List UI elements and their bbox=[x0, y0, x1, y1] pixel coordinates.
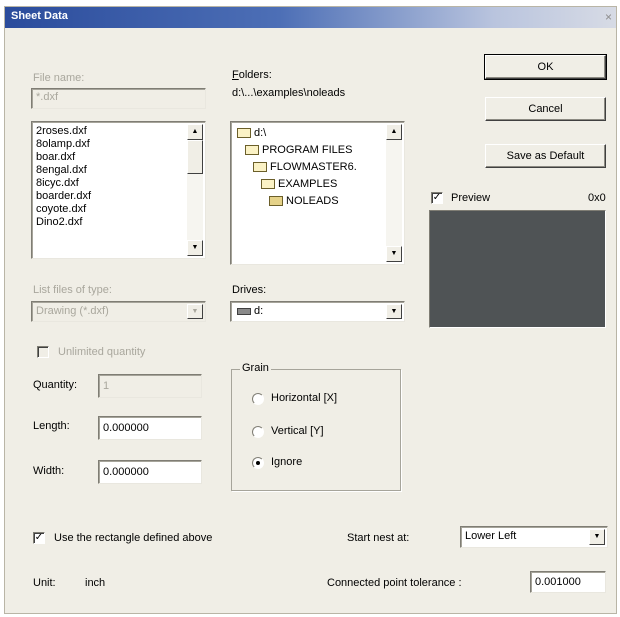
folder-tree-scrollbar[interactable]: ▲ ▼ bbox=[386, 124, 402, 262]
unlimited-quantity-checkbox[interactable] bbox=[37, 346, 49, 358]
open-folder-icon bbox=[261, 179, 275, 190]
file-list[interactable]: 2roses.dxf 8olamp.dxf boar.dxf 8engal.dxf 8i… bbox=[31, 121, 206, 259]
scroll-up-icon[interactable]: ▲ bbox=[386, 124, 402, 140]
folder-item[interactable]: NOLEADS bbox=[269, 194, 339, 209]
preview-pane bbox=[429, 210, 606, 328]
folder-name: d:\ bbox=[254, 127, 267, 139]
preview-label: Preview bbox=[451, 192, 491, 204]
drives-label: Drives: bbox=[232, 284, 267, 296]
file-list-item[interactable]: boarder.dxf bbox=[36, 190, 185, 203]
folder-name: PROGRAM FILES bbox=[262, 144, 353, 156]
radio-vertical-label: Vertical [Y] bbox=[271, 425, 324, 437]
folders-path: d:\...\examples\noleads bbox=[232, 87, 346, 99]
file-list-item[interactable]: 8icyc.dxf bbox=[36, 177, 185, 190]
width-label: Width: bbox=[33, 465, 65, 477]
tolerance-label: Connected point tolerance : bbox=[327, 577, 462, 589]
radio-vertical[interactable] bbox=[252, 426, 264, 438]
drives-combo[interactable]: d: ▼ bbox=[230, 301, 405, 322]
drive-value: d: bbox=[254, 305, 264, 317]
quantity-input[interactable]: 1 bbox=[98, 374, 202, 398]
radio-ignore-label: Ignore bbox=[271, 456, 303, 468]
file-type-label: List files of type: bbox=[33, 284, 112, 296]
file-list-item[interactable]: coyote.dxf bbox=[36, 203, 185, 216]
file-type-combo[interactable]: Drawing (*.dxf) ▼ bbox=[31, 301, 206, 322]
length-input[interactable]: 0.000000 bbox=[98, 416, 202, 440]
folder-item[interactable]: FLOWMASTER6. bbox=[253, 160, 357, 175]
file-list-item[interactable]: Dino2.dxf bbox=[36, 216, 185, 229]
title-bar: Sheet Data × bbox=[5, 7, 616, 28]
file-name-input[interactable]: *.dxf bbox=[31, 88, 206, 109]
file-list-item[interactable]: boar.dxf bbox=[36, 151, 185, 164]
radio-horizontal-label: Horizontal [X] bbox=[271, 392, 338, 404]
folder-item[interactable]: PROGRAM FILES bbox=[245, 143, 352, 158]
tolerance-input[interactable]: 0.001000 bbox=[530, 571, 606, 593]
use-rectangle-label: Use the rectangle defined above bbox=[54, 532, 213, 544]
radio-horizontal[interactable] bbox=[252, 393, 264, 405]
open-folder-icon bbox=[237, 128, 251, 139]
chevron-down-icon[interactable]: ▼ bbox=[386, 304, 402, 319]
open-folder-icon bbox=[245, 145, 259, 156]
chevron-down-icon[interactable]: ▼ bbox=[187, 304, 203, 319]
unit-value: inch bbox=[85, 577, 106, 589]
sheet-data-dialog: Sheet Data × File name: *.dxf 2roses.dxf… bbox=[4, 6, 617, 614]
save-as-default-button[interactable]: Save as Default bbox=[485, 144, 606, 168]
ok-button[interactable]: OK bbox=[484, 54, 607, 80]
close-icon[interactable]: × bbox=[605, 10, 612, 24]
use-rectangle-checkbox[interactable]: ✓ bbox=[33, 532, 45, 544]
scroll-down-icon[interactable]: ▼ bbox=[187, 240, 203, 256]
folder-name: FLOWMASTER6. bbox=[270, 161, 357, 173]
chevron-down-icon[interactable]: ▼ bbox=[589, 529, 605, 545]
closed-folder-icon bbox=[269, 196, 283, 207]
preview-checkbox[interactable]: ✓ bbox=[431, 192, 443, 204]
folder-name: NOLEADS bbox=[286, 195, 339, 207]
quantity-label: Quantity: bbox=[33, 379, 78, 391]
start-nest-combo[interactable]: Lower Left ▼ bbox=[460, 526, 608, 548]
file-type-value: Drawing (*.dxf) bbox=[36, 305, 109, 317]
radio-ignore[interactable] bbox=[252, 457, 264, 469]
unlimited-quantity-label: Unlimited quantity bbox=[58, 346, 146, 358]
start-nest-label: Start nest at: bbox=[347, 532, 410, 544]
folders-label: Folders: bbox=[232, 69, 272, 81]
scroll-up-icon[interactable]: ▲ bbox=[187, 124, 203, 140]
start-nest-value: Lower Left bbox=[465, 530, 517, 542]
folder-name: EXAMPLES bbox=[278, 178, 338, 190]
unit-label: Unit: bbox=[33, 577, 56, 589]
folder-tree[interactable]: d:\ PROGRAM FILES FLOWMASTER6. EXAMPLES NOLE… bbox=[230, 121, 405, 265]
cancel-button[interactable]: Cancel bbox=[485, 97, 606, 121]
open-folder-icon bbox=[253, 162, 267, 173]
length-label: Length: bbox=[33, 420, 70, 432]
grain-title: Grain bbox=[240, 362, 271, 374]
drive-icon bbox=[237, 307, 251, 315]
file-list-item[interactable]: 2roses.dxf bbox=[36, 125, 185, 138]
preview-size: 0x0 bbox=[588, 192, 606, 204]
scroll-down-icon[interactable]: ▼ bbox=[386, 246, 402, 262]
file-list-item[interactable]: 8engal.dxf bbox=[36, 164, 185, 177]
width-input[interactable]: 0.000000 bbox=[98, 460, 202, 484]
file-list-item[interactable]: 8olamp.dxf bbox=[36, 138, 185, 151]
file-name-label: File name: bbox=[33, 72, 85, 84]
scroll-thumb[interactable] bbox=[187, 140, 203, 174]
file-list-scrollbar[interactable]: ▲ ▼ bbox=[187, 124, 203, 256]
folder-item[interactable]: EXAMPLES bbox=[261, 177, 337, 192]
folder-item[interactable]: d:\ bbox=[237, 126, 266, 141]
window-title: Sheet Data bbox=[11, 10, 68, 22]
